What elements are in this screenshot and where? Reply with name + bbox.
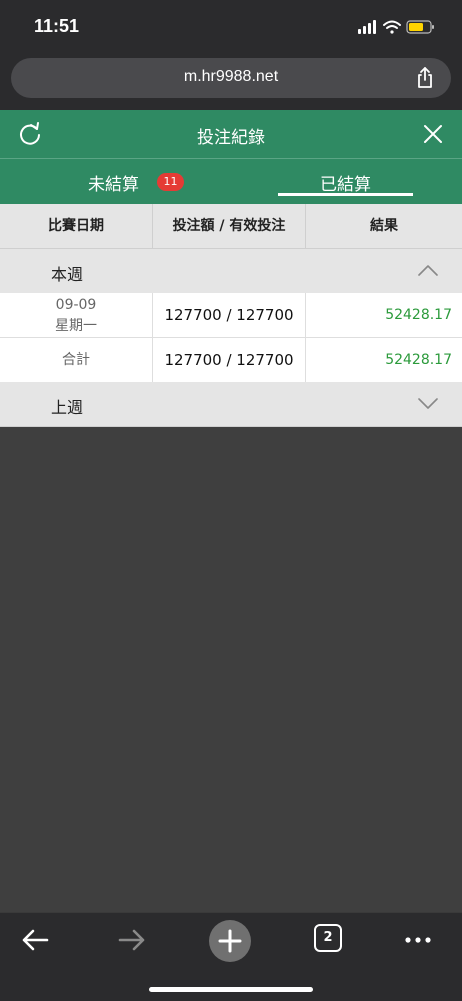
status-icons <box>358 20 434 34</box>
battery-icon <box>406 20 434 34</box>
table-header: 比賽日期 投注額 / 有效投注 結果 <box>0 204 462 249</box>
forward-arrow-icon[interactable] <box>117 925 147 955</box>
status-bar: 11:51 <box>0 0 462 54</box>
home-indicator[interactable] <box>149 987 313 992</box>
status-time: 11:51 <box>34 16 80 36</box>
total-bet-cell: 127700 / 127700 <box>153 338 306 382</box>
table-row: 09-09 星期一 127700 / 127700 52428.17 <box>0 293 462 338</box>
total-label: 合計 <box>62 352 90 368</box>
browser-toolbar: 2 <box>0 912 462 1001</box>
tabs-button[interactable]: 2 <box>314 924 342 952</box>
chevron-up-icon[interactable] <box>418 263 438 277</box>
browser-url-area: m.hr9988.net <box>0 54 462 110</box>
column-header-date: 比賽日期 <box>0 204 153 248</box>
active-tab-indicator <box>278 193 413 196</box>
week-group-last-week[interactable]: 上週 <box>0 382 462 427</box>
page-title: 投注紀錄 <box>197 128 265 148</box>
new-tab-icon[interactable] <box>208 919 252 963</box>
date-cell: 09-09 星期一 <box>0 293 153 337</box>
tab-unsettled[interactable]: 未結算 <box>88 170 139 195</box>
total-label-cell: 合計 <box>0 338 153 382</box>
more-icon[interactable] <box>403 925 433 955</box>
bet-cell: 127700 / 127700 <box>153 293 306 337</box>
tab-bar: 未結算 11 已結算 <box>0 159 462 204</box>
result-cell: 52428.17 <box>385 307 452 323</box>
week-label: 本週 <box>51 265 84 284</box>
address-bar[interactable]: m.hr9988.net <box>11 58 451 98</box>
week-group-this-week[interactable]: 本週 <box>0 249 462 294</box>
close-icon[interactable] <box>421 122 445 146</box>
row-date: 09-09 <box>55 297 97 313</box>
total-result-cell: 52428.17 <box>385 352 452 368</box>
row-weekday: 星期一 <box>55 318 97 334</box>
column-header-bet: 投注額 / 有效投注 <box>153 204 306 248</box>
page-header: 投注紀錄 <box>0 110 462 159</box>
column-header-result: 結果 <box>370 218 398 234</box>
unsettled-count-badge: 11 <box>157 173 184 191</box>
chevron-down-icon[interactable] <box>418 396 438 410</box>
url-text[interactable]: m.hr9988.net <box>11 68 451 86</box>
week-label: 上週 <box>51 398 84 417</box>
signal-icon <box>358 20 376 34</box>
tab-count: 2 <box>314 924 342 952</box>
share-icon[interactable] <box>413 66 437 90</box>
tab-settled[interactable]: 已結算 <box>320 170 371 195</box>
total-row: 合計 127700 / 127700 52428.17 <box>0 338 462 383</box>
back-arrow-icon[interactable] <box>20 925 50 955</box>
wifi-icon <box>383 20 401 34</box>
